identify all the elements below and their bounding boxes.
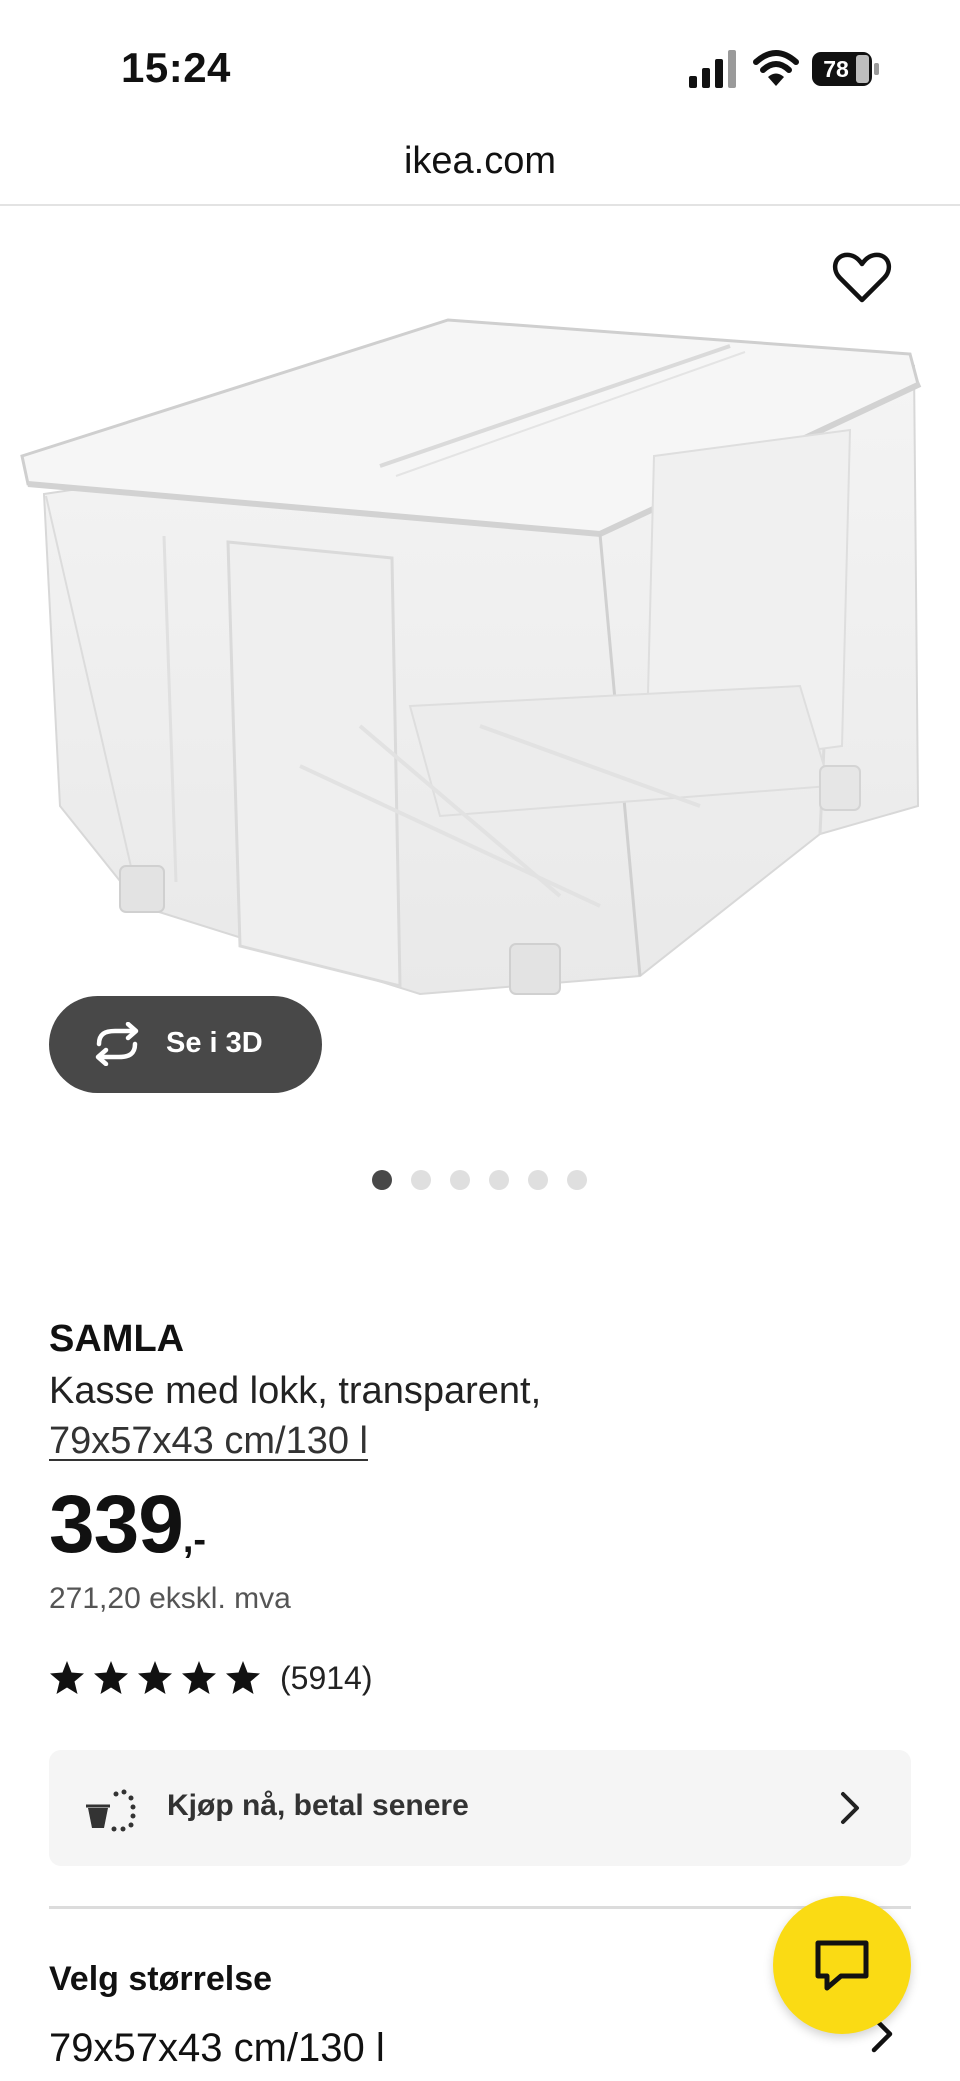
size-selector-value[interactable]: 79x57x43 cm/130 l (49, 2026, 385, 2071)
battery-icon: 78 (812, 52, 879, 86)
pay-later-icon (86, 1789, 136, 1832)
product-name: SAMLA (49, 1318, 185, 1360)
battery-level: 78 (823, 56, 849, 82)
chat-button[interactable] (773, 1896, 911, 2034)
pagination-dot-5[interactable] (528, 1170, 548, 1190)
rating-count[interactable]: (5914) (280, 1660, 373, 1697)
chevron-right-icon (841, 1792, 859, 1824)
pagination-dot-4[interactable] (489, 1170, 509, 1190)
signal-icon (689, 50, 736, 88)
star-icon (226, 1661, 260, 1694)
star-icon (50, 1661, 84, 1694)
heart-icon[interactable] (832, 248, 892, 308)
chat-icon (815, 1940, 869, 1991)
price-main: 339 (49, 1479, 184, 1570)
star-icon (94, 1661, 128, 1694)
price-excluding-vat: 271,20 ekskl. mva (49, 1582, 291, 1615)
pay-later-button[interactable]: Kjøp nå, betal senere (49, 1750, 911, 1866)
pagination-dot-1[interactable] (372, 1170, 392, 1190)
status-time: 15:24 (121, 44, 231, 91)
product-image-gallery[interactable]: Se i 3D (0, 206, 960, 1216)
status-bar: 15:24 78 (0, 0, 960, 130)
product-description: Kasse med lokk, transparent, (49, 1370, 542, 1412)
rotate-3d-icon (95, 1022, 139, 1066)
pagination-dot-2[interactable] (411, 1170, 431, 1190)
wifi-icon (753, 50, 799, 86)
view-3d-label: Se i 3D (166, 1027, 263, 1059)
star-icon (138, 1661, 172, 1694)
size-selector-heading: Velg størrelse (49, 1960, 273, 1998)
pagination-dot-3[interactable] (450, 1170, 470, 1190)
image-pagination (0, 1170, 960, 1194)
price: 339,- (49, 1478, 207, 1570)
url-bar[interactable]: ikea.com (0, 130, 960, 206)
product-size-link[interactable]: 79x57x43 cm/130 l (49, 1420, 368, 1463)
section-divider (49, 1906, 911, 1909)
star-icon (182, 1661, 216, 1694)
view-3d-button[interactable]: Se i 3D (49, 996, 322, 1093)
price-suffix: ,- (182, 1519, 207, 1561)
url-text[interactable]: ikea.com (404, 140, 556, 183)
pagination-dot-6[interactable] (567, 1170, 587, 1190)
pay-later-label: Kjøp nå, betal senere (167, 1789, 469, 1822)
